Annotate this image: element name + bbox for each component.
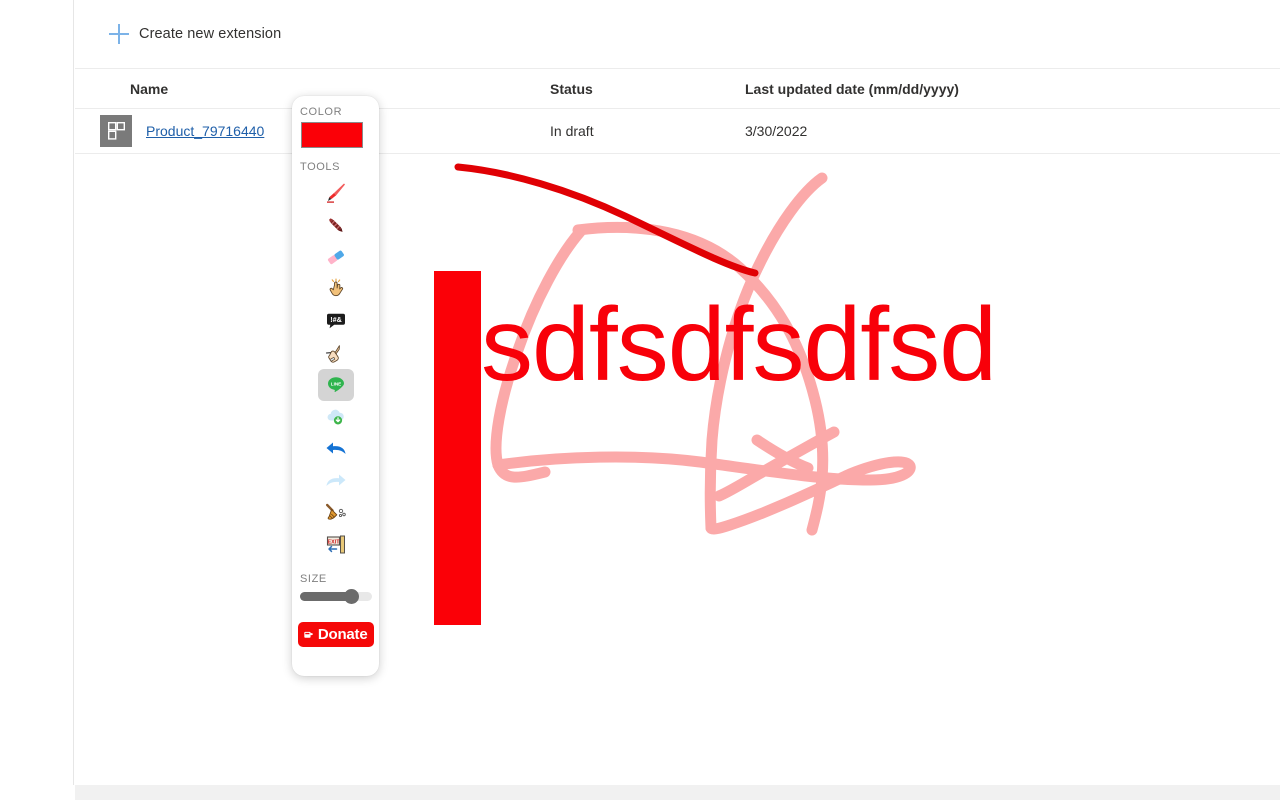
product-link[interactable]: Product_79716440 bbox=[146, 123, 264, 139]
svg-text:!#&: !#& bbox=[330, 315, 342, 324]
svg-text:EXIT: EXIT bbox=[327, 539, 340, 545]
size-section-label: SIZE bbox=[300, 573, 327, 585]
cell-date: 3/30/2022 bbox=[745, 123, 808, 139]
left-navigation-rail bbox=[0, 0, 74, 785]
cell-status: In draft bbox=[550, 123, 594, 139]
writing-hand-icon bbox=[325, 345, 340, 363]
create-new-extension-button[interactable]: Create new extension bbox=[105, 18, 285, 50]
table-row[interactable]: Product_79716440 In draft 3/30/2022 bbox=[75, 109, 1280, 154]
exit-tool[interactable]: EXIT bbox=[318, 529, 354, 561]
undo-tool[interactable] bbox=[318, 433, 354, 465]
tool-list: !#& LINE EXIT bbox=[292, 177, 379, 561]
extensions-table: Name Status Last updated date (mm/dd/yyy… bbox=[75, 68, 1280, 154]
exit-sign-icon: EXIT bbox=[326, 535, 345, 554]
create-new-extension-label: Create new extension bbox=[139, 26, 282, 42]
table-header-row: Name Status Last updated date (mm/dd/yyy… bbox=[75, 68, 1280, 109]
size-slider-thumb[interactable] bbox=[344, 589, 359, 604]
drawing-toolbar-panel: COLOR TOOLS !#& LINE EXIT SIZE Donate bbox=[292, 96, 379, 676]
tools-section-label: TOOLS bbox=[300, 161, 341, 173]
pen-icon bbox=[328, 218, 343, 232]
extension-thumbnail-icon bbox=[100, 115, 132, 147]
text-tool[interactable]: !#& bbox=[318, 305, 354, 337]
clear-tool[interactable] bbox=[318, 497, 354, 529]
column-header-name[interactable]: Name bbox=[75, 81, 550, 97]
eraser-icon bbox=[327, 250, 344, 265]
cloud-download-icon bbox=[327, 409, 344, 425]
redo-tool[interactable] bbox=[318, 465, 354, 497]
column-header-date[interactable]: Last updated date (mm/dd/yyyy) bbox=[745, 81, 1145, 97]
save-cloud-tool[interactable] bbox=[318, 401, 354, 433]
broom-icon bbox=[325, 503, 346, 520]
donate-label: Donate bbox=[317, 626, 368, 643]
coffee-cup-icon bbox=[303, 631, 313, 638]
pointing-hand-icon bbox=[329, 278, 343, 297]
write-tool[interactable] bbox=[318, 337, 354, 369]
app-root: Create new extension Name Status Last up… bbox=[0, 0, 1280, 800]
pen-tool[interactable] bbox=[318, 209, 354, 241]
redo-arrow-icon bbox=[326, 474, 345, 486]
size-slider[interactable] bbox=[300, 589, 372, 604]
eraser-tool[interactable] bbox=[318, 241, 354, 273]
plus-icon bbox=[109, 24, 129, 44]
donate-button[interactable]: Donate bbox=[297, 622, 374, 647]
speech-bubble-icon: !#& bbox=[326, 313, 345, 329]
color-swatch[interactable] bbox=[301, 122, 363, 148]
marker-icon bbox=[326, 183, 345, 203]
command-bar: Create new extension bbox=[75, 0, 1280, 68]
main-content: Create new extension Name Status Last up… bbox=[75, 0, 1280, 785]
footer-bar bbox=[75, 785, 1280, 800]
marker-tool[interactable] bbox=[318, 177, 354, 209]
column-header-status[interactable]: Status bbox=[550, 81, 745, 97]
svg-text:LINE: LINE bbox=[330, 382, 340, 387]
color-section-label: COLOR bbox=[300, 106, 343, 118]
cursor-tool[interactable] bbox=[318, 273, 354, 305]
undo-arrow-icon bbox=[326, 442, 345, 454]
line-share-tool[interactable]: LINE bbox=[317, 369, 354, 401]
line-app-icon: LINE bbox=[327, 377, 344, 393]
